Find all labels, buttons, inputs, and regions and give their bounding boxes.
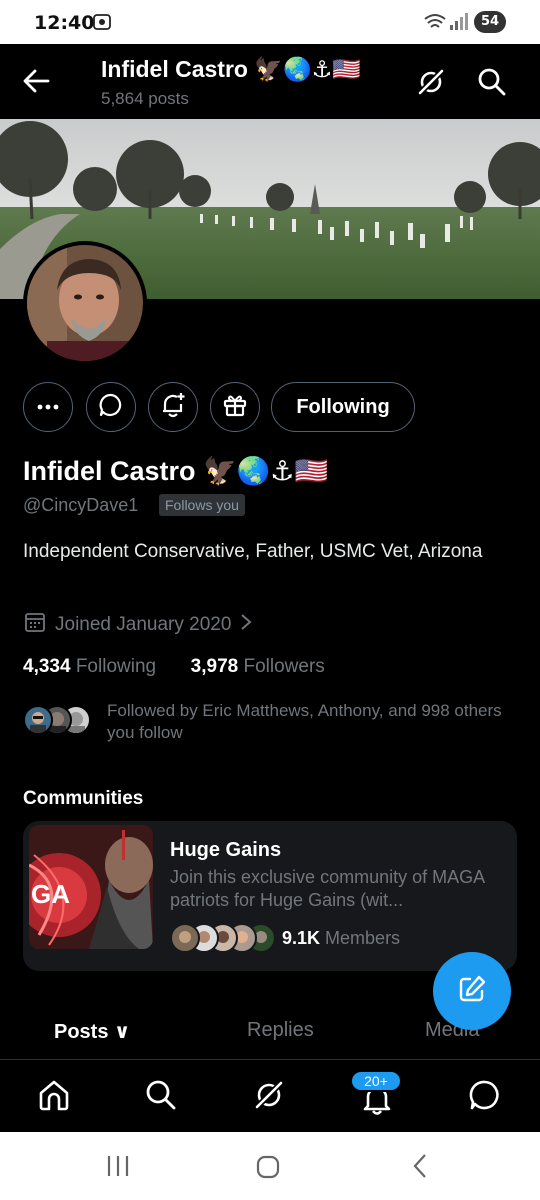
search-icon[interactable] [476,66,508,103]
profile-handle: @CincyDave1 [23,495,139,515]
follower-avatar[interactable] [23,705,53,735]
status-bar: 12:40 54 [0,0,540,44]
communities-heading: Communities [23,788,144,809]
recent-apps-icon[interactable] [105,1154,131,1183]
status-time: 12:40 [34,12,95,34]
back-arrow-icon[interactable] [20,66,52,101]
profile-bio: Independent Conservative, Father, USMC V… [23,541,483,562]
wifi-icon [424,12,446,37]
screen-recorder-icon [92,12,112,37]
followers-count: 3,978 [190,656,239,677]
gift-button[interactable] [210,382,260,432]
calendar-icon [23,610,47,640]
following-count: 4,334 [23,656,71,677]
notifications-badge: 20+ [350,1070,402,1092]
joined-date-row[interactable]: Joined January 2020 [23,610,253,640]
following-label: Following [75,656,157,677]
message-bubble-icon [98,392,124,423]
community-image-text: GA [31,879,70,909]
messages-icon[interactable] [468,1078,502,1117]
community-image: GA [29,825,153,949]
tab-replies[interactable]: Replies [247,1019,314,1042]
grok-icon[interactable] [252,1078,286,1117]
compose-post-button[interactable] [433,952,511,1030]
system-navigation-bar [0,1132,540,1200]
search-icon[interactable] [144,1078,178,1117]
community-members-count: 9.1K [282,928,321,948]
profile-display-name: Infidel Castro 🦅🌏⚓🇺🇸 [23,456,329,486]
bell-plus-icon [159,391,187,424]
home-button-icon[interactable] [255,1154,281,1185]
community-name: Huge Gains [170,839,282,861]
community-members-label: Members [325,928,401,948]
more-dots-icon [36,398,60,416]
notification-subscribe-button[interactable] [148,382,198,432]
follow-stats: 4,334 Following 3,978 Followers [23,656,325,678]
gift-icon [222,392,248,423]
community-members: 9.1K Members [282,928,400,949]
header-title: Infidel Castro 🦅🌏⚓🇺🇸 [101,56,361,82]
followed-by-text[interactable]: Followed by Eric Matthews, Anthony, and … [107,700,507,744]
following-stat[interactable]: 4,334 Following [23,656,156,677]
compose-pencil-icon [457,974,487,1009]
back-button-icon[interactable] [410,1153,430,1184]
community-description: Join this exclusive community of MAGA pa… [170,867,485,910]
chevron-right-icon [239,612,253,638]
bottom-navigation: 20+ [0,1060,540,1132]
home-icon[interactable] [37,1078,71,1117]
member-avatar [170,923,200,953]
signal-icon [449,12,469,37]
followers-label: Followers [243,656,325,677]
profile-avatar[interactable] [23,241,147,365]
community-card[interactable]: GA Huge Gains Join this exclusive commun… [23,821,517,971]
profile-header: Infidel Castro 🦅🌏⚓🇺🇸 5,864 posts [0,44,540,119]
header-posts-count: 5,864 posts [101,89,189,108]
following-button[interactable]: Following [271,382,415,432]
tab-posts[interactable]: Posts ∨ [54,1019,130,1044]
message-button[interactable] [86,382,136,432]
more-options-button[interactable] [23,382,73,432]
battery-indicator: 54 [474,11,506,33]
follows-you-badge: Follows you [159,494,245,516]
followers-stat[interactable]: 3,978 Followers [191,656,325,677]
grok-icon[interactable] [415,66,447,103]
joined-date-text: Joined January 2020 [55,614,232,635]
